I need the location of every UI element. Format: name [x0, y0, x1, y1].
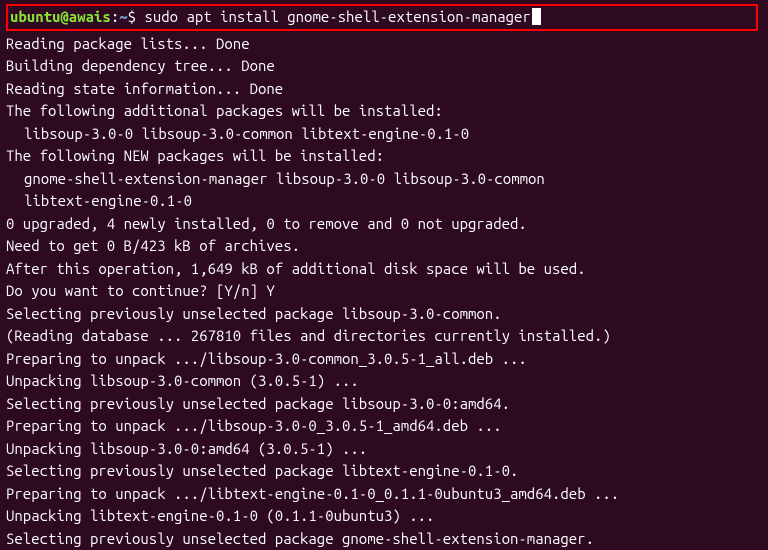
output-line: Selecting previously unselected package …: [6, 393, 762, 416]
output-line: Building dependency tree... Done: [6, 55, 762, 78]
prompt-line[interactable]: ubuntu@awais:~$ sudo apt install gnome-s…: [6, 4, 758, 31]
output-line: libtext-engine-0.1-0: [6, 190, 762, 213]
output-line: The following NEW packages will be insta…: [6, 145, 762, 168]
output-line: The following additional packages will b…: [6, 100, 762, 123]
output-line: Preparing to unpack .../libsoup-3.0-comm…: [6, 348, 762, 371]
output-line: (Reading database ... 267810 files and d…: [6, 325, 762, 348]
output-line: 0 upgraded, 4 newly installed, 0 to remo…: [6, 213, 762, 236]
command-text: sudo apt install gnome-shell-extension-m…: [144, 8, 530, 25]
output-line: Unpacking libtext-engine-0.1-0 (0.1.1-0u…: [6, 505, 762, 528]
output-line: Selecting previously unselected package …: [6, 303, 762, 326]
output-line: Need to get 0 B/423 kB of archives.: [6, 235, 762, 258]
output-line: Selecting previously unselected package …: [6, 528, 762, 550]
output-line: libsoup-3.0-0 libsoup-3.0-common libtext…: [6, 123, 762, 146]
output-line: Reading state information... Done: [6, 78, 762, 101]
output-line: Unpacking libsoup-3.0-common (3.0.5-1) .…: [6, 370, 762, 393]
output-line: After this operation, 1,649 kB of additi…: [6, 258, 762, 281]
output-line: Reading package lists... Done: [6, 33, 762, 56]
prompt-dollar: $: [128, 8, 145, 25]
prompt-colon: :: [111, 8, 119, 25]
prompt-cwd: ~: [119, 8, 127, 25]
cursor-icon: [532, 8, 541, 25]
output-line: Selecting previously unselected package …: [6, 460, 762, 483]
terminal-output: Reading package lists... DoneBuilding de…: [6, 33, 762, 550]
output-line: gnome-shell-extension-manager libsoup-3.…: [6, 168, 762, 191]
output-line: Do you want to continue? [Y/n] Y: [6, 280, 762, 303]
prompt-user-host: ubuntu@awais: [10, 8, 111, 25]
output-line: Unpacking libsoup-3.0-0:amd64 (3.0.5-1) …: [6, 438, 762, 461]
output-line: Preparing to unpack .../libtext-engine-0…: [6, 483, 762, 506]
output-line: Preparing to unpack .../libsoup-3.0-0_3.…: [6, 415, 762, 438]
